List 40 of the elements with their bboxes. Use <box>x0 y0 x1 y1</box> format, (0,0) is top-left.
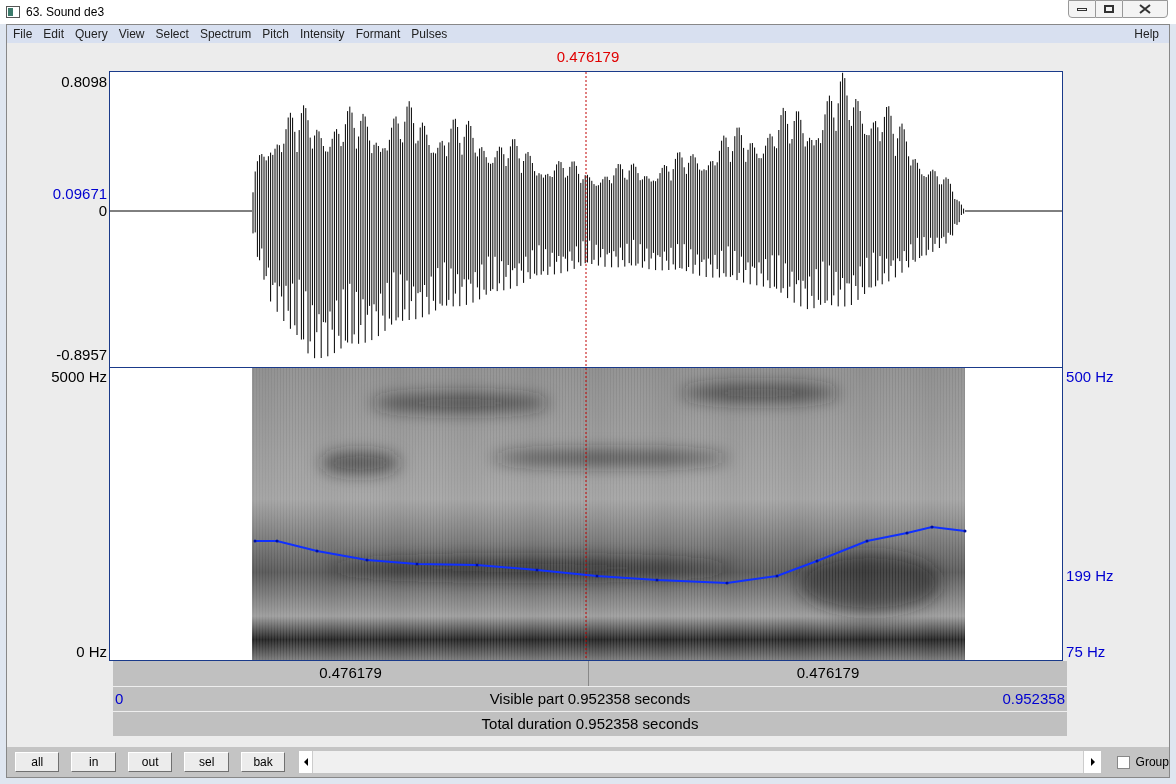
axis-label: -0.8957 <box>56 345 108 365</box>
scroll-bar[interactable] <box>299 751 1101 773</box>
maximize-icon[interactable] <box>1096 0 1122 18</box>
menu-item[interactable]: Intensity <box>299 25 345 43</box>
total-duration-bar[interactable]: Total duration 0.952358 seconds <box>113 711 1067 736</box>
menu-item[interactable]: Select <box>155 25 189 43</box>
zoom-button[interactable]: sel <box>184 752 229 772</box>
menu-item[interactable]: Pitch <box>262 25 289 43</box>
cursor-time: 0.476179 <box>556 46 620 67</box>
time-bar[interactable]: 0.476179 <box>113 661 589 686</box>
axis-label: 0.8098 <box>61 72 108 92</box>
zoom-button[interactable]: all <box>15 752 60 772</box>
menu-item[interactable]: Spectrum <box>199 25 252 43</box>
group-checkbox[interactable] <box>1116 755 1130 769</box>
axis-label: 500 Hz <box>1066 367 1114 387</box>
axis-label: 0 <box>98 201 108 221</box>
menu-item[interactable]: Help <box>1134 25 1159 43</box>
menu-item[interactable]: File <box>13 25 33 43</box>
axis-label: 0 Hz <box>76 642 108 662</box>
menu-item[interactable]: Pulses <box>411 25 448 43</box>
menu-item[interactable]: Formant <box>355 25 401 43</box>
menu-item[interactable]: Edit <box>43 25 65 43</box>
zoom-button[interactable]: bak <box>240 752 286 772</box>
time-end: 0.952358 <box>1001 688 1065 709</box>
menu-item[interactable]: Query <box>75 25 108 43</box>
zoom-button[interactable]: in <box>71 752 116 772</box>
zoom-button[interactable]: out <box>127 752 173 772</box>
axis-label: 5000 Hz <box>51 367 108 387</box>
axis-label: 199 Hz <box>1066 566 1114 586</box>
menu-item[interactable]: View <box>118 25 145 43</box>
visible-part-bar[interactable]: Visible part 0.952358 seconds <box>235 687 945 711</box>
minimize-icon[interactable] <box>1068 0 1096 18</box>
axis-label: 0.09671 <box>52 184 108 204</box>
checkbox-label: Group <box>1135 754 1169 771</box>
axis-label: 75 Hz <box>1066 642 1106 662</box>
time-bar[interactable]: 0.476179 <box>589 661 1067 686</box>
window-title: 63. Sound de3 <box>26 4 105 21</box>
time-start: 0 <box>115 688 125 709</box>
close-icon[interactable] <box>1122 0 1168 18</box>
app-icon <box>6 6 20 18</box>
